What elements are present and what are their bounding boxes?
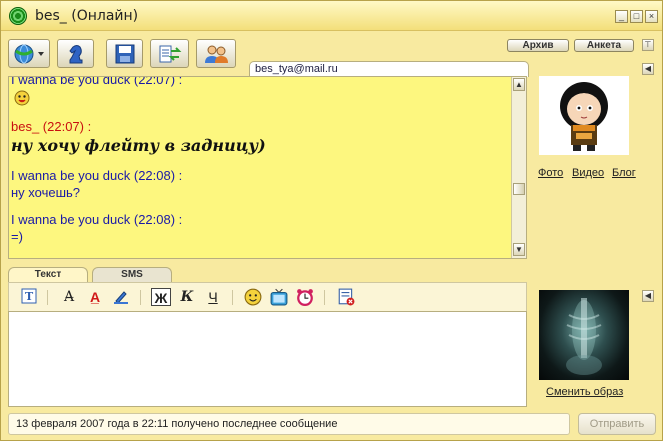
user-image[interactable] bbox=[539, 290, 629, 380]
save-history-button[interactable] bbox=[106, 39, 143, 68]
scroll-up-icon[interactable]: ▲ bbox=[513, 78, 525, 91]
chat-log[interactable]: I wanna be you duck (22:07) : bes_ (22:0… bbox=[8, 76, 527, 259]
chat-window: bes_ (Онлайн) _ □ × Архив Анкета ⊤ bes_t… bbox=[0, 0, 663, 441]
contacts-button[interactable] bbox=[196, 39, 236, 68]
smiley-icon bbox=[14, 90, 30, 106]
message-header: bes_ (22:07) : bbox=[11, 119, 92, 134]
font-icon[interactable]: A̶ bbox=[59, 288, 79, 306]
archive-button[interactable]: Архив bbox=[507, 39, 569, 52]
tv-icon[interactable] bbox=[269, 288, 289, 306]
users-icon bbox=[205, 45, 228, 63]
alarm-clock-icon[interactable] bbox=[295, 288, 315, 306]
title-bar[interactable]: bes_ (Онлайн) _ □ × bbox=[1, 1, 662, 31]
collapse-panel-button[interactable]: ◀ bbox=[642, 63, 654, 75]
contact-email-tab[interactable]: bes_tya@mail.ru bbox=[249, 61, 529, 77]
chess-knight-icon bbox=[68, 44, 82, 63]
chess-button[interactable] bbox=[57, 39, 94, 68]
chat-messages: I wanna be you duck (22:07) : bes_ (22:0… bbox=[11, 76, 511, 245]
scroll-down-icon[interactable]: ▼ bbox=[513, 243, 525, 256]
svg-text:T: T bbox=[25, 290, 34, 303]
avatar-image bbox=[539, 76, 629, 155]
text-style-icon[interactable]: T bbox=[19, 288, 39, 306]
message-body: =) bbox=[11, 229, 23, 244]
x-ray-photo bbox=[566, 298, 602, 375]
font-color-icon[interactable]: A̲ bbox=[85, 288, 105, 306]
scroll-thumb[interactable] bbox=[513, 183, 525, 195]
highlight-icon[interactable] bbox=[111, 288, 131, 306]
separator bbox=[232, 290, 233, 305]
chat-scrollbar[interactable]: ▲ ▼ bbox=[511, 77, 526, 258]
smiley-icon[interactable] bbox=[243, 288, 263, 306]
message-input[interactable] bbox=[8, 311, 527, 407]
format-toolbar: T A̶ A̲ Ж К Ч bbox=[8, 282, 527, 311]
file-transfer-button[interactable] bbox=[150, 39, 189, 68]
status-bar: 13 февраля 2007 года в 22:11 получено по… bbox=[8, 413, 570, 435]
window-title: bes_ (Онлайн) bbox=[35, 8, 139, 24]
mail-agent-icon bbox=[9, 7, 27, 25]
blog-link[interactable]: Блог bbox=[612, 167, 636, 179]
maximize-button[interactable]: □ bbox=[630, 10, 643, 23]
separator bbox=[47, 290, 48, 305]
message-body: ну хочу флейту в задницу) bbox=[11, 136, 266, 155]
minimize-button[interactable]: _ bbox=[615, 10, 628, 23]
message-header: I wanna be you duck (22:08) : bbox=[11, 168, 183, 183]
message-header: I wanna be you duck (22:07) : bbox=[11, 76, 183, 87]
avatar[interactable] bbox=[539, 76, 629, 155]
pin-icon: ⊤ bbox=[644, 40, 652, 49]
message-body bbox=[11, 88, 511, 108]
profile-button[interactable]: Анкета bbox=[574, 39, 634, 52]
italic-button[interactable]: К bbox=[177, 288, 197, 306]
toolbar-toggle-button[interactable]: ⊤ bbox=[642, 39, 654, 51]
video-link[interactable]: Видео bbox=[572, 167, 604, 179]
photo-link[interactable]: Фото bbox=[538, 167, 563, 179]
close-button[interactable]: × bbox=[645, 10, 658, 23]
collapse-photo-button[interactable]: ◀ bbox=[642, 290, 654, 302]
underline-button[interactable]: Ч bbox=[203, 288, 223, 306]
tab-text[interactable]: Текст bbox=[8, 267, 88, 282]
bold-button[interactable]: Ж bbox=[151, 288, 171, 306]
separator bbox=[324, 290, 325, 305]
message-header: I wanna be you duck (22:08) : bbox=[11, 212, 183, 227]
globe-arrow-icon bbox=[14, 44, 44, 63]
message-body: ну хочешь? bbox=[11, 185, 81, 200]
send-button[interactable]: Отправить bbox=[578, 413, 656, 435]
tab-sms[interactable]: SMS bbox=[92, 267, 172, 282]
floppy-disk-icon bbox=[115, 44, 134, 63]
clear-format-icon[interactable] bbox=[336, 288, 356, 306]
file-transfer-icon bbox=[159, 45, 181, 62]
separator bbox=[140, 290, 141, 305]
status-menu-button[interactable] bbox=[8, 39, 50, 68]
change-image-link[interactable]: Сменить образ bbox=[546, 386, 623, 398]
